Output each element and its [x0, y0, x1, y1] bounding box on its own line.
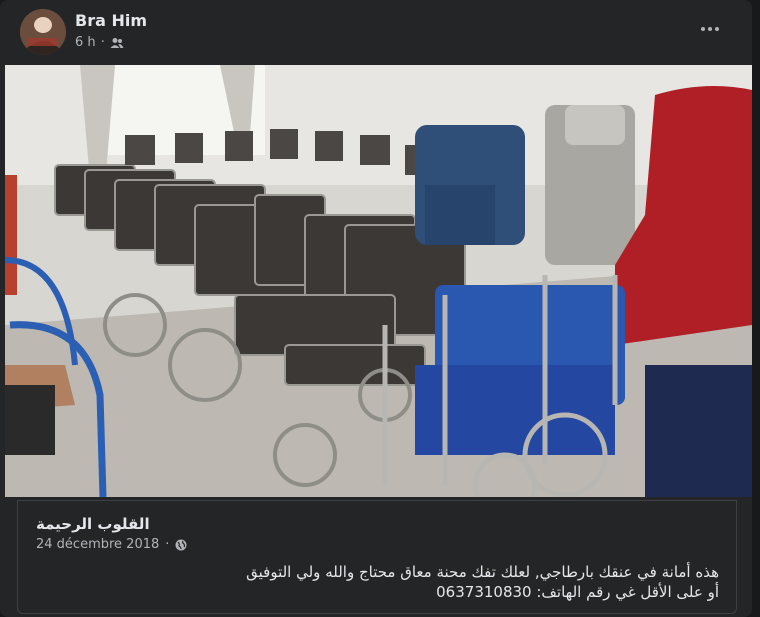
globe-icon — [175, 539, 187, 550]
more-options-icon[interactable] — [696, 19, 724, 39]
post-header: Bra Him 6 h · — [20, 9, 752, 57]
author-avatar[interactable] — [20, 9, 66, 55]
more-dot — [701, 27, 705, 31]
wheelchairs-photo — [5, 65, 752, 497]
friends-icon[interactable] — [110, 37, 124, 49]
avatar-image — [20, 9, 66, 55]
shared-post-text: هذه أمانة في عنقك بارطاجي, لعلك تفك محنة… — [39, 562, 719, 602]
meta-separator: · — [165, 537, 170, 552]
post-photo[interactable] — [5, 65, 752, 497]
meta-separator: · — [100, 35, 105, 50]
shared-post-preview[interactable]: القلوب الرحيمة 24 décembre 2018 · هذه أم… — [17, 500, 737, 614]
post-time[interactable]: 6 h — [75, 35, 96, 50]
post-meta: 6 h · — [75, 35, 124, 50]
shared-post-date[interactable]: 24 décembre 2018 — [36, 537, 159, 552]
more-dot — [715, 27, 719, 31]
shared-page-name[interactable]: القلوب الرحيمة — [36, 515, 150, 533]
post-text-line: أو على الأقل غي رقم الهاتف: 0637310830 — [436, 583, 719, 601]
shared-post-meta: 24 décembre 2018 · — [36, 537, 187, 552]
post-text-line: هذه أمانة في عنقك بارطاجي, لعلك تفك محنة… — [246, 563, 719, 581]
more-dot — [708, 27, 712, 31]
author-name[interactable]: Bra Him — [75, 11, 147, 30]
post-card: Bra Him 6 h · القلوب الرحيمة 24 décembre… — [0, 0, 752, 617]
